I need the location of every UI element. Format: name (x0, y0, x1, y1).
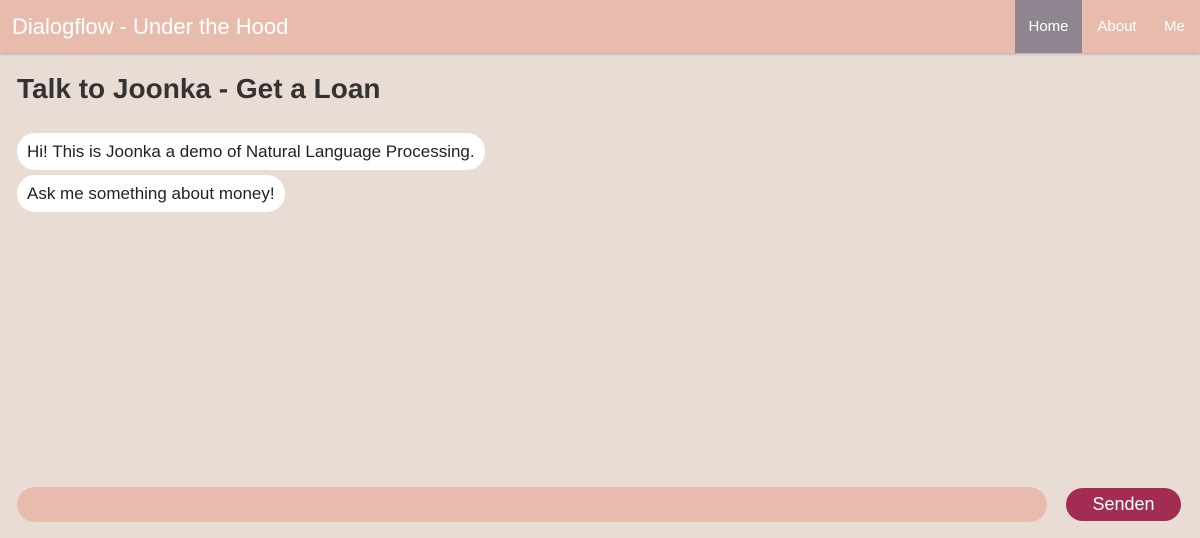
bot-message: Hi! This is Joonka a demo of Natural Lan… (17, 133, 485, 170)
navbar-brand[interactable]: Dialogflow - Under the Hood (12, 0, 288, 53)
send-button[interactable]: Senden (1066, 488, 1181, 521)
bot-message: Ask me something about money! (17, 175, 285, 212)
nav-item-about[interactable]: About (1082, 0, 1152, 53)
nav-item-home[interactable]: Home (1015, 0, 1082, 53)
chat-messages: Hi! This is Joonka a demo of Natural Lan… (17, 133, 485, 217)
nav-menu: Home About Me (1015, 0, 1185, 53)
nav-item-me[interactable]: Me (1152, 0, 1185, 53)
page-title: Talk to Joonka - Get a Loan (17, 73, 381, 104)
chat-input[interactable] (17, 487, 1047, 522)
navbar: Dialogflow - Under the Hood Home About M… (0, 0, 1200, 53)
chat-composer: Senden (17, 487, 1182, 522)
